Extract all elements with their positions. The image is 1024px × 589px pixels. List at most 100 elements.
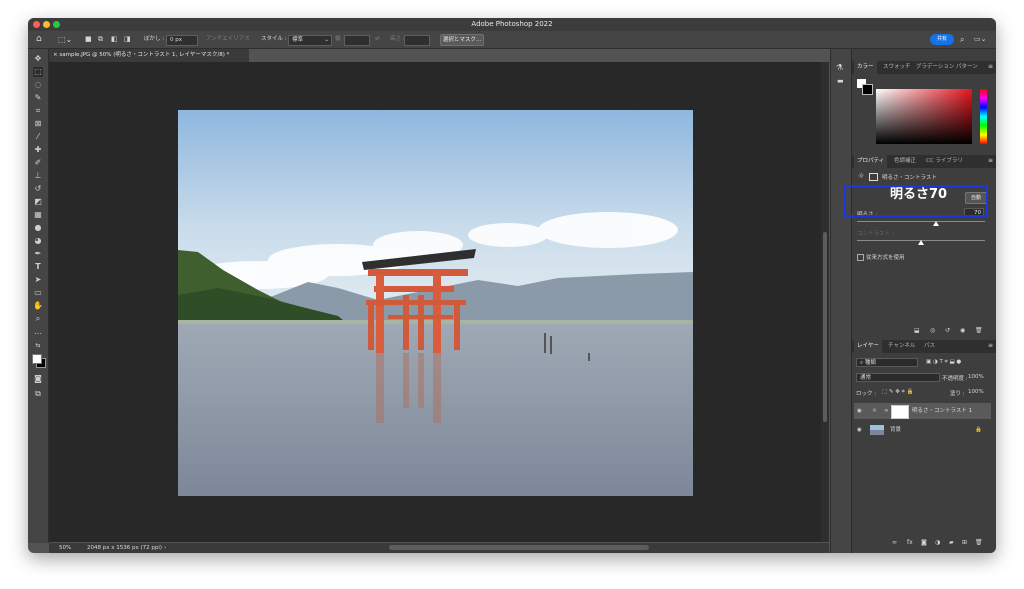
history-brush-tool-icon[interactable]: ↺: [33, 184, 43, 194]
trash-icon[interactable]: 🗑: [975, 327, 983, 334]
eyedropper-tool-icon[interactable]: ⁄: [33, 132, 43, 142]
tab-channels[interactable]: チャンネル: [888, 340, 915, 353]
quick-selection-tool-icon[interactable]: ✎: [33, 93, 43, 103]
tab-patterns[interactable]: パターン: [956, 61, 978, 74]
add-mask-icon[interactable]: ◙: [921, 539, 927, 546]
brush-tool-icon[interactable]: ✐: [33, 158, 43, 168]
layer-row[interactable]: ◉ ☼ ∞ 明るさ・コントラスト 1: [854, 403, 991, 419]
rectangle-tool-icon[interactable]: ▭: [33, 288, 43, 298]
tab-layers[interactable]: レイヤー: [854, 340, 882, 353]
close-window-button[interactable]: [33, 21, 40, 28]
marquee-tool-icon[interactable]: ⬚: [33, 67, 43, 77]
visibility-icon[interactable]: ◉: [857, 422, 862, 438]
blur-tool-icon[interactable]: ●: [33, 223, 43, 233]
antialias-checkbox[interactable]: アンチエイリアス: [206, 31, 250, 48]
tab-gradients[interactable]: グラデーション: [916, 61, 954, 74]
eraser-tool-icon[interactable]: ◩: [33, 197, 43, 207]
horizontal-scroll-thumb[interactable]: [389, 545, 649, 550]
dodge-tool-icon[interactable]: ◕: [33, 236, 43, 246]
layer-filter-icons[interactable]: ▣ ◑ T ⌗ ⬓ ●: [926, 359, 961, 366]
minimize-window-button[interactable]: [43, 21, 50, 28]
foreground-color-swatch[interactable]: [32, 354, 42, 364]
quick-mask-icon[interactable]: ◙: [33, 374, 43, 384]
layer-thumbnail[interactable]: [870, 425, 884, 435]
layer-name[interactable]: 背景: [890, 422, 901, 438]
brightness-slider[interactable]: [857, 221, 985, 222]
pen-tool-icon[interactable]: ✒: [33, 249, 43, 259]
style-select[interactable]: 標準 ⌄: [288, 35, 332, 46]
zoom-tool-icon[interactable]: ⌕: [33, 314, 43, 324]
search-icon[interactable]: ⌕: [960, 31, 964, 48]
clip-to-layer-icon[interactable]: ⬓: [914, 327, 920, 334]
layer-name[interactable]: 明るさ・コントラスト 1: [912, 403, 972, 419]
healing-brush-tool-icon[interactable]: ✚: [33, 145, 43, 155]
tab-color[interactable]: カラー: [854, 61, 877, 74]
tab-cc-libraries[interactable]: CC ライブラリ: [926, 155, 963, 168]
gradient-tool-icon[interactable]: ▦: [33, 210, 43, 220]
workspace-icon[interactable]: ▭⌄: [974, 31, 986, 48]
link-icon[interactable]: ∞: [884, 403, 889, 419]
type-tool-icon[interactable]: T: [33, 262, 43, 272]
vertical-scroll-thumb[interactable]: [823, 232, 827, 422]
lock-icons[interactable]: ⬚ ✎ ✥ ⌗ 🔒: [882, 389, 913, 396]
tab-paths[interactable]: パス: [924, 340, 935, 353]
legacy-checkbox[interactable]: [857, 254, 864, 261]
adjustment-layer-icon[interactable]: ◑: [935, 539, 940, 546]
visibility-icon[interactable]: ◉: [960, 327, 965, 334]
visibility-icon[interactable]: ◉: [857, 403, 862, 419]
intersect-selection-icon[interactable]: ◨: [124, 31, 131, 48]
fx-icon[interactable]: fx: [907, 539, 913, 546]
home-icon[interactable]: ⌂: [36, 31, 42, 48]
panel-menu-icon[interactable]: ≡: [988, 342, 993, 349]
fill-value[interactable]: 100%: [968, 389, 984, 395]
lasso-tool-icon[interactable]: ◌: [33, 80, 43, 90]
select-and-mask-button[interactable]: 選択とマスク...: [440, 34, 484, 46]
share-button[interactable]: 共有: [930, 34, 954, 45]
layer-filter-select[interactable]: ⌕ 種類: [856, 358, 918, 367]
trash-icon[interactable]: 🗑: [975, 539, 983, 546]
chevron-right-icon[interactable]: ›: [164, 543, 166, 553]
brightness-slider-thumb[interactable]: [933, 221, 940, 226]
height-input[interactable]: [404, 35, 430, 46]
layer-mask-thumbnail[interactable]: [891, 405, 909, 419]
feather-input[interactable]: 0 px: [166, 35, 198, 46]
blend-mode-select[interactable]: 通常: [856, 373, 940, 382]
document-tab[interactable]: × sample.JPG @ 50% (明るさ・コントラスト 1, レイヤーマス…: [49, 49, 249, 62]
reset-icon[interactable]: ↺: [945, 327, 950, 334]
tab-properties[interactable]: プロパティ: [854, 155, 888, 168]
subtract-selection-icon[interactable]: ◧: [111, 31, 118, 48]
add-selection-icon[interactable]: ⧉: [98, 31, 103, 48]
width-input[interactable]: [344, 35, 370, 46]
swap-dimensions-icon[interactable]: ⇄: [375, 31, 380, 48]
mask-icon[interactable]: [869, 173, 878, 181]
opacity-value[interactable]: 100%: [968, 374, 984, 380]
link-layers-icon[interactable]: ∞: [892, 539, 897, 546]
more-tools-icon[interactable]: ⋯: [33, 329, 43, 339]
marquee-tool-preset-icon[interactable]: ⬚⌄: [58, 31, 72, 48]
move-tool-icon[interactable]: ✥: [33, 54, 43, 64]
color-picker-field[interactable]: [876, 89, 972, 144]
canvas-area[interactable]: [49, 62, 825, 542]
tab-swatches[interactable]: スウォッチ: [883, 61, 911, 74]
panel-menu-icon[interactable]: ≡: [988, 63, 993, 70]
screen-mode-icon[interactable]: ⧉: [33, 389, 43, 399]
crop-tool-icon[interactable]: ⌗: [33, 106, 43, 116]
vertical-scrollbar[interactable]: [821, 62, 829, 542]
default-colors-icon[interactable]: ⇆: [33, 341, 43, 351]
hand-tool-icon[interactable]: ✋: [33, 301, 43, 311]
history-panel-icon[interactable]: ⚗: [836, 63, 843, 72]
document-image[interactable]: [178, 110, 693, 496]
folder-icon[interactable]: ▰: [949, 539, 954, 546]
clone-stamp-tool-icon[interactable]: ⊥: [33, 171, 43, 181]
tab-adjustments[interactable]: 色調補正: [894, 155, 916, 168]
frame-tool-icon[interactable]: ⊠: [33, 119, 43, 129]
contrast-slider-thumb[interactable]: [918, 240, 924, 245]
zoom-level[interactable]: 50%: [59, 543, 71, 553]
new-selection-icon[interactable]: ■: [85, 31, 92, 48]
background-swatch[interactable]: [862, 84, 873, 95]
document-info[interactable]: 2048 px x 1536 px (72 ppi): [87, 543, 162, 553]
path-selection-tool-icon[interactable]: ➤: [33, 275, 43, 285]
panel-menu-icon[interactable]: ≡: [988, 157, 993, 164]
new-layer-icon[interactable]: ⊞: [962, 539, 967, 546]
comments-panel-icon[interactable]: ▬: [837, 77, 844, 85]
